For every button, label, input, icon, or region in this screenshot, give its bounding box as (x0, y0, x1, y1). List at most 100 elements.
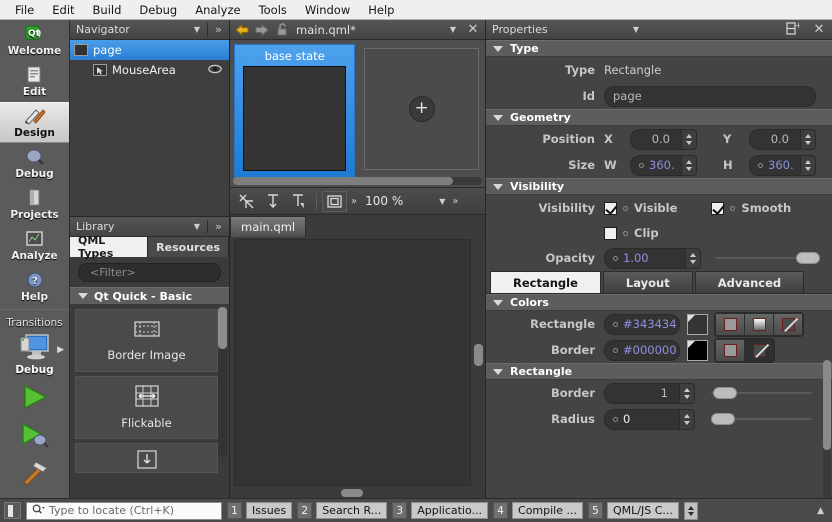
mode-help[interactable]: ? Help (0, 266, 69, 307)
kit-selector[interactable]: ▶ Debug (0, 331, 69, 379)
navigator-tree[interactable]: page MouseArea (70, 40, 229, 217)
locator-input[interactable]: Type to locate (Ctrl+K) (26, 501, 222, 520)
toolbar-overflow-icon[interactable]: » (348, 196, 360, 207)
filter-input[interactable]: <Filter> (78, 263, 221, 282)
library-dropdown-icon[interactable]: ▼ (187, 222, 207, 231)
solid-color-button[interactable] (716, 313, 744, 335)
debug-run-button[interactable] (0, 417, 69, 455)
library-group-header[interactable]: Qt Quick - Basic (70, 287, 229, 305)
section-visibility[interactable]: Visibility (486, 178, 832, 195)
radius-stepper[interactable]: 0 (604, 408, 695, 430)
anchor-vertical-icon[interactable] (260, 191, 285, 212)
border-width-stepper[interactable]: 1 (604, 382, 695, 404)
border-width-slider[interactable] (711, 383, 816, 404)
build-button[interactable] (0, 455, 69, 493)
mode-projects[interactable]: Projects (0, 184, 69, 225)
solid-border-button[interactable] (716, 339, 744, 361)
navigator-dropdown-icon[interactable]: ▼ (187, 25, 207, 34)
id-input[interactable]: page (604, 85, 816, 107)
navigator-more-icon[interactable]: » (207, 23, 229, 36)
file-dropdown-icon[interactable]: ▼ (443, 21, 463, 39)
section-type[interactable]: Type (486, 40, 832, 57)
form-editor[interactable] (230, 237, 485, 498)
menu-edit[interactable]: Edit (43, 1, 83, 19)
menu-file[interactable]: File (6, 1, 43, 19)
anchor-reset-icon[interactable] (234, 191, 259, 212)
opacity-spinner[interactable] (686, 247, 701, 269)
menu-window[interactable]: Window (296, 1, 359, 19)
border-color-input-wrap[interactable]: #000000 (604, 339, 680, 361)
output-pane-compile-output[interactable]: 4 Compile ... (493, 502, 583, 519)
no-color-button[interactable] (774, 313, 802, 335)
y-spinner[interactable] (801, 128, 816, 150)
slider-handle[interactable] (796, 252, 820, 264)
properties-scrollbar[interactable] (823, 360, 831, 498)
border-width-spinner[interactable] (680, 382, 695, 404)
border-color-swatch[interactable] (687, 339, 708, 361)
section-geometry[interactable]: Geometry (486, 109, 832, 126)
go-forward-icon[interactable] (252, 21, 272, 39)
output-pane-application-output[interactable]: 3 Applicatio... (392, 502, 489, 519)
canvas-rectangle[interactable] (234, 239, 471, 486)
properties-dropdown-icon[interactable]: ▼ (626, 25, 646, 34)
w-spinner[interactable] (682, 154, 697, 176)
status-expand-icon[interactable]: ▲ (817, 506, 828, 516)
border-width-input[interactable]: 1 (604, 382, 680, 404)
tab-resources[interactable]: Resources (148, 237, 229, 257)
document-tab-mainqml[interactable]: main.qml (230, 216, 307, 237)
library-item[interactable]: Flickable (75, 376, 218, 439)
rect-color-swatch[interactable] (687, 313, 708, 335)
open-file-name[interactable]: main.qml* (292, 23, 443, 37)
h-stepper[interactable]: 360. (749, 154, 816, 176)
tab-rectangle[interactable]: Rectangle (490, 271, 601, 293)
scrollbar-thumb[interactable] (823, 360, 831, 450)
clip-checkbox-row[interactable]: Clip (604, 226, 659, 240)
scrollbar-thumb[interactable] (233, 177, 453, 185)
output-pane-navigate-buttons[interactable] (683, 501, 698, 520)
menu-analyze[interactable]: Analyze (186, 1, 249, 19)
slider-handle[interactable] (713, 387, 737, 399)
states-scrollbar[interactable] (233, 177, 482, 185)
plus-icon[interactable]: + (408, 96, 435, 122)
output-pane-qmljs-console[interactable]: 5 QML/JS C... (588, 502, 679, 519)
navigator-item-mousearea[interactable]: MouseArea (70, 60, 229, 80)
eye-icon[interactable] (208, 64, 222, 77)
section-colors[interactable]: Colors (486, 294, 832, 311)
state-base[interactable]: base state (234, 44, 356, 179)
mode-design[interactable]: Design (0, 102, 69, 143)
radius-input-wrap[interactable]: 0 (604, 408, 680, 430)
opacity-input-wrap[interactable]: 1.00 (604, 247, 686, 269)
split-pane-icon[interactable]: + (780, 21, 806, 38)
canvas-vscrollbar[interactable] (474, 239, 483, 486)
mode-analyze[interactable]: Analyze (0, 225, 69, 266)
scrollbar-thumb[interactable] (218, 307, 227, 349)
no-border-button[interactable] (745, 339, 773, 361)
radius-slider[interactable] (711, 409, 816, 430)
visible-checkbox-row[interactable]: Visible (604, 201, 677, 215)
y-input[interactable]: 0.0 (749, 128, 801, 150)
anchor-horizontal-icon[interactable] (286, 191, 311, 212)
output-pane-issues[interactable]: 1 Issues (227, 502, 293, 519)
h-input-wrap[interactable]: 360. (749, 154, 801, 176)
close-editor-icon[interactable]: ✕ (463, 21, 483, 39)
library-item[interactable]: Border Image (75, 309, 218, 372)
navigator-item-page[interactable]: page (70, 40, 229, 60)
mode-edit[interactable]: Edit (0, 61, 69, 102)
rect-color-input-wrap[interactable]: #343434 (604, 313, 680, 335)
section-rectangle[interactable]: Rectangle (486, 363, 832, 380)
tab-layout[interactable]: Layout (602, 271, 693, 293)
x-input[interactable]: 0.0 (630, 128, 682, 150)
smooth-checkbox-row[interactable]: Smooth (711, 201, 791, 215)
x-spinner[interactable] (682, 128, 697, 150)
add-state-box[interactable]: + (364, 48, 479, 170)
menu-debug[interactable]: Debug (130, 1, 186, 19)
layout-frame-icon[interactable] (322, 190, 347, 212)
output-pane-search-results[interactable]: 2 Search R... (297, 502, 388, 519)
y-stepper[interactable]: 0.0 (749, 128, 816, 150)
mode-welcome[interactable]: Qt Welcome (0, 20, 69, 61)
tab-advanced[interactable]: Advanced (694, 271, 805, 293)
run-button[interactable] (0, 379, 69, 417)
radius-spinner[interactable] (680, 408, 695, 430)
w-input-wrap[interactable]: 360. (630, 154, 682, 176)
unlock-icon[interactable] (272, 21, 292, 39)
